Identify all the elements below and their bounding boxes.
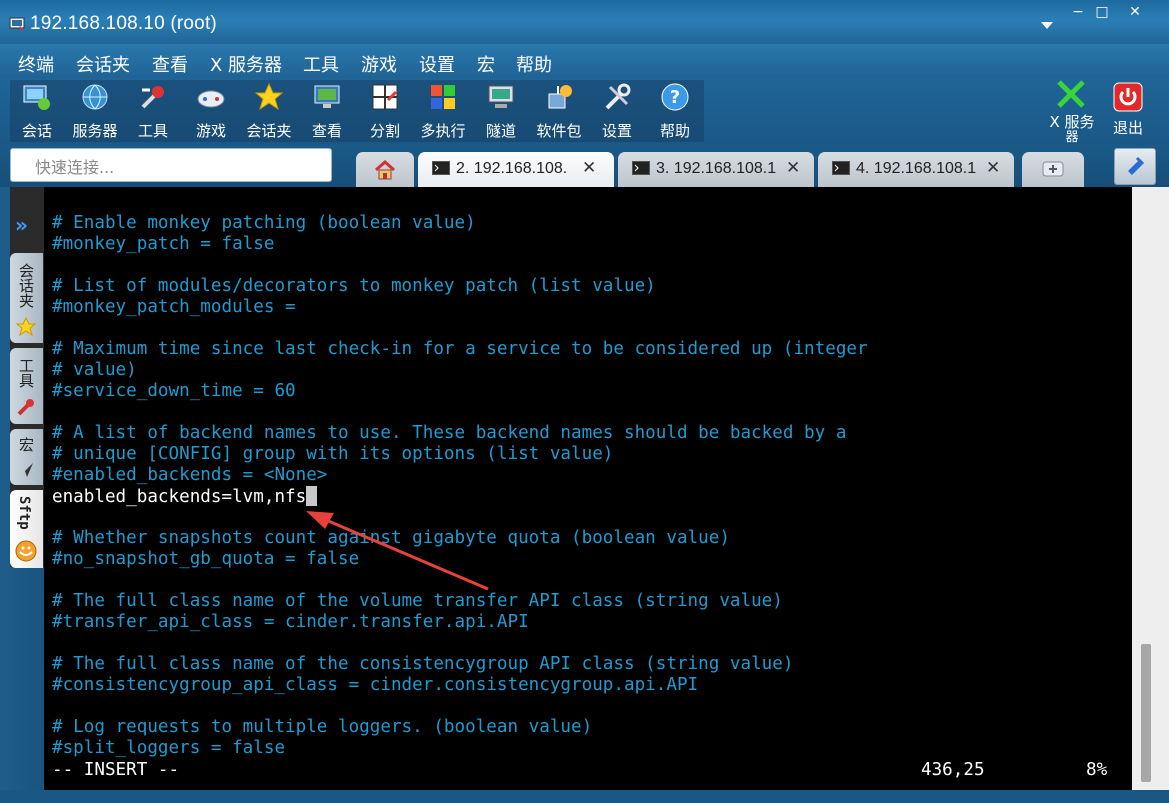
tools-button[interactable]: 工具 xyxy=(124,78,182,140)
tab-session-2[interactable]: 2. 192.168.108. ✕ xyxy=(418,152,614,187)
maximize-button[interactable]: □ xyxy=(1091,3,1113,21)
settings-button[interactable]: 设置 xyxy=(588,78,646,140)
menu-tools[interactable]: 工具 xyxy=(303,51,339,77)
servers-button[interactable]: 服务器 xyxy=(66,78,124,140)
minimize-button[interactable]: − xyxy=(1067,3,1089,21)
tab-session-4[interactable]: 4. 192.168.108.1 ✕ xyxy=(818,152,1014,187)
menu-games[interactable]: 游戏 xyxy=(361,51,397,77)
close-tab-icon[interactable]: ✕ xyxy=(786,158,800,178)
help-icon: ? xyxy=(661,83,689,111)
close-tab-icon[interactable]: ✕ xyxy=(582,158,596,178)
sessions-folder-button[interactable]: 会话夹 xyxy=(240,78,298,140)
menu-xserver[interactable]: X 服务器 xyxy=(210,51,282,77)
expand-icon[interactable]: » xyxy=(15,213,28,237)
multiexec-icon xyxy=(431,85,455,109)
send-icon xyxy=(19,463,33,477)
games-button[interactable]: 游戏 xyxy=(182,78,240,140)
sftp-icon xyxy=(15,540,37,562)
window-bottom-edge xyxy=(0,790,1169,803)
tools-icon xyxy=(141,86,164,109)
split-button[interactable]: 分割 xyxy=(356,78,414,140)
xserver-label: X 服务 xyxy=(1049,113,1095,131)
terminal-area[interactable]: # Enable monkey patching (boolean value)… xyxy=(44,187,1132,790)
side-tab-macros[interactable]: 宏 xyxy=(10,429,43,485)
terminal-icon xyxy=(632,161,650,175)
menu-bar: 终端 会话夹 查看 X 服务器 工具 游戏 设置 宏 帮助 xyxy=(0,44,1169,78)
star-icon xyxy=(254,82,284,111)
session-icon xyxy=(23,85,50,110)
chevron-down-icon[interactable] xyxy=(1041,22,1053,29)
menu-sessions[interactable]: 会话夹 xyxy=(76,51,130,77)
tab-home[interactable] xyxy=(356,152,414,187)
terminal-icon xyxy=(432,161,450,175)
toolbar: 会话 服务器 工具 游戏 会话夹 查看 分割 多执行 隧道 软件包 设置 ? 帮… xyxy=(0,78,1169,145)
menu-terminal[interactable]: 终端 xyxy=(18,51,54,77)
quick-connect-placeholder: 快速连接... xyxy=(35,158,115,177)
help-button[interactable]: ? 帮助 xyxy=(646,78,704,140)
menu-macros[interactable]: 宏 xyxy=(477,51,495,77)
pin-icon xyxy=(1128,156,1145,175)
settings-icon xyxy=(605,83,631,110)
close-button[interactable]: ✕ xyxy=(1124,3,1146,21)
side-tab-sessions[interactable]: 会话夹 xyxy=(10,253,43,343)
tunnel-icon xyxy=(488,85,514,108)
scrollbar-thumb[interactable] xyxy=(1141,644,1151,782)
vertical-scrollbar[interactable] xyxy=(1132,187,1169,790)
view-button[interactable]: 查看 xyxy=(298,78,356,140)
menu-help[interactable]: 帮助 xyxy=(516,51,552,77)
annotation-arrow xyxy=(306,511,489,591)
menu-view[interactable]: 查看 xyxy=(152,51,188,77)
title-bar: 192.168.108.10 (root) − □ ✕ xyxy=(0,0,1169,44)
side-tab-tools[interactable]: 工具 xyxy=(10,348,43,424)
exit-button[interactable]: 退出 xyxy=(1108,78,1148,140)
xserver-button[interactable]: X 服务 器 xyxy=(1044,78,1100,145)
terminal-icon xyxy=(832,161,850,175)
packages-icon xyxy=(548,85,572,109)
new-tab-button[interactable] xyxy=(1022,152,1084,187)
side-panel: » 会话夹 工具 宏 Sftp xyxy=(0,187,44,803)
plus-icon xyxy=(1042,161,1064,177)
monitor-icon xyxy=(314,85,340,108)
packages-button[interactable]: 软件包 xyxy=(530,78,588,140)
close-tab-icon[interactable]: ✕ xyxy=(986,158,1000,178)
split-icon xyxy=(372,84,398,110)
tools-icon xyxy=(17,399,34,416)
window-title: 192.168.108.10 (root) xyxy=(30,13,217,34)
svg-text:?: ? xyxy=(670,87,680,108)
menu-settings[interactable]: 设置 xyxy=(419,51,455,77)
quick-connect-input[interactable]: 快速连接... xyxy=(10,148,332,182)
multiexec-button[interactable]: 多执行 xyxy=(414,78,472,140)
tunnel-button[interactable]: 隧道 xyxy=(472,78,530,140)
tab-label: 3. 192.168.108.1 xyxy=(656,160,776,177)
power-icon xyxy=(1113,82,1143,112)
session-button[interactable]: 会话 xyxy=(8,78,66,140)
gamepad-icon xyxy=(197,90,225,108)
tab-row: 快速连接... 2. 192.168.108. ✕ 3. 192.168.108… xyxy=(0,144,1169,187)
home-icon xyxy=(375,160,395,180)
xserver-icon xyxy=(1057,80,1085,108)
star-icon xyxy=(16,317,36,337)
tab-label: 2. 192.168.108. xyxy=(456,160,566,177)
tab-session-3[interactable]: 3. 192.168.108.1 ✕ xyxy=(618,152,814,187)
attach-button[interactable] xyxy=(1114,148,1156,185)
tab-label: 4. 192.168.108.1 xyxy=(856,160,976,177)
app-icon xyxy=(9,17,25,30)
side-tab-sftp[interactable]: Sftp xyxy=(10,490,43,568)
globe-icon xyxy=(82,84,108,110)
